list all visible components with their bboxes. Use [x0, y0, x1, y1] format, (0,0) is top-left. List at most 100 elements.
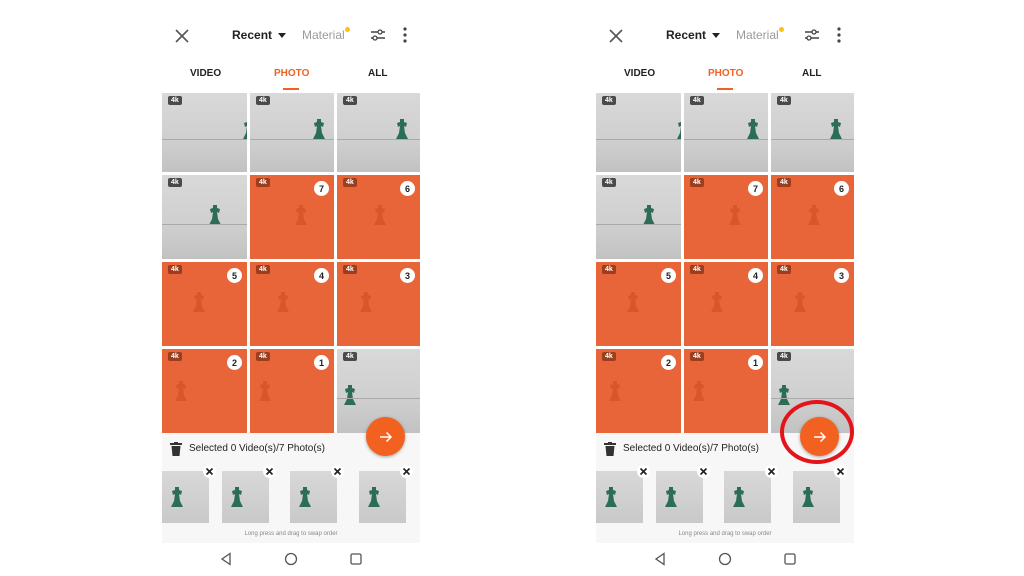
trash-icon[interactable]	[170, 442, 182, 456]
square-recents-icon[interactable]	[783, 552, 797, 566]
remove-thumbnail-button[interactable]	[834, 465, 847, 478]
more-vertical-icon[interactable]	[834, 26, 844, 44]
material-tab[interactable]: Material	[736, 27, 784, 42]
triangle-back-icon[interactable]	[219, 552, 233, 566]
remove-thumbnail-button[interactable]	[203, 465, 216, 478]
selected-thumbnail[interactable]	[290, 471, 337, 523]
figurine-icon	[609, 381, 621, 401]
selected-thumbnail[interactable]	[222, 471, 269, 523]
figurine-icon	[808, 205, 820, 225]
selected-thumbnail[interactable]	[793, 471, 840, 523]
photo-tile[interactable]: 4k	[162, 175, 247, 259]
selected-thumbnail[interactable]	[359, 471, 406, 523]
close-icon	[836, 467, 845, 476]
album-dropdown[interactable]: Recent	[232, 28, 287, 42]
selection-order-badge: 1	[748, 355, 763, 370]
resolution-badge: 4k	[256, 265, 270, 274]
remove-thumbnail-button[interactable]	[331, 465, 344, 478]
resolution-badge: 4k	[777, 96, 791, 105]
resolution-badge: 4k	[168, 178, 182, 187]
figurine-icon	[313, 119, 325, 139]
photo-tile-selected[interactable]: 4k 5	[596, 262, 681, 346]
selection-order-badge: 7	[314, 181, 329, 196]
photo-tile[interactable]: 4k	[596, 93, 681, 172]
remove-thumbnail-button[interactable]	[637, 465, 650, 478]
tab-video[interactable]: VIDEO	[190, 68, 221, 79]
close-icon	[333, 467, 342, 476]
close-icon	[402, 467, 411, 476]
trash-icon[interactable]	[604, 442, 616, 456]
resolution-badge: 4k	[602, 352, 616, 361]
photo-tile-selected[interactable]: 4k 3	[771, 262, 854, 346]
figurine-icon	[277, 292, 289, 312]
photo-tile-selected[interactable]: 4k 5	[162, 262, 247, 346]
album-label: Recent	[232, 28, 273, 42]
photo-tile-selected[interactable]: 4k 6	[337, 175, 420, 259]
selection-summary: Selected 0 Video(s)/7 Photo(s)	[189, 443, 326, 454]
media-tabs: VIDEO PHOTO ALL	[596, 66, 854, 92]
figurine-icon	[830, 119, 842, 139]
figurine-icon	[231, 487, 243, 507]
material-label: Material	[302, 28, 345, 42]
remove-thumbnail-button[interactable]	[765, 465, 778, 478]
album-label: Recent	[666, 28, 707, 42]
photo-tile-selected[interactable]: 4k 4	[250, 262, 334, 346]
remove-thumbnail-button[interactable]	[697, 465, 710, 478]
photo-tile-selected[interactable]: 4k 6	[771, 175, 854, 259]
photo-tile-selected[interactable]: 4k 1	[684, 349, 768, 433]
photo-tile-selected[interactable]: 4k 1	[250, 349, 334, 433]
active-tab-indicator	[717, 88, 733, 90]
triangle-back-icon[interactable]	[653, 552, 667, 566]
remove-thumbnail-button[interactable]	[263, 465, 276, 478]
photo-tile[interactable]: 4k	[596, 175, 681, 259]
material-tab[interactable]: Material	[302, 27, 350, 42]
album-dropdown[interactable]: Recent	[666, 28, 721, 42]
selected-thumbnail[interactable]	[724, 471, 771, 523]
resolution-badge: 4k	[777, 178, 791, 187]
sliders-icon[interactable]	[804, 27, 820, 43]
selected-thumbnail[interactable]	[162, 471, 209, 523]
photo-tile-selected[interactable]: 4k 7	[250, 175, 334, 259]
system-nav-bar	[596, 543, 854, 576]
media-tabs: VIDEO PHOTO ALL	[162, 66, 420, 92]
photo-tile[interactable]: 4k	[250, 93, 334, 172]
close-icon	[767, 467, 776, 476]
selected-thumbnail[interactable]	[656, 471, 703, 523]
resolution-badge: 4k	[343, 352, 357, 361]
figurine-icon	[374, 205, 386, 225]
tab-photo[interactable]: PHOTO	[274, 68, 309, 79]
selection-order-badge: 1	[314, 355, 329, 370]
photo-tile[interactable]: 4k	[337, 93, 420, 172]
tab-all[interactable]: ALL	[368, 68, 387, 79]
resolution-badge: 4k	[690, 265, 704, 274]
more-vertical-icon[interactable]	[400, 26, 410, 44]
sliders-icon[interactable]	[370, 27, 386, 43]
remove-thumbnail-button[interactable]	[400, 465, 413, 478]
photo-tile-selected[interactable]: 4k 7	[684, 175, 768, 259]
tab-photo[interactable]: PHOTO	[708, 68, 743, 79]
resolution-badge: 4k	[690, 352, 704, 361]
circle-home-icon[interactable]	[284, 552, 298, 566]
selected-strip	[596, 465, 854, 527]
selected-thumbnail[interactable]	[596, 471, 643, 523]
photo-tile[interactable]: 4k	[162, 93, 247, 172]
tab-all[interactable]: ALL	[802, 68, 821, 79]
notification-dot	[778, 27, 784, 32]
square-recents-icon[interactable]	[349, 552, 363, 566]
circle-home-icon[interactable]	[718, 552, 732, 566]
photo-tile-selected[interactable]: 4k 4	[684, 262, 768, 346]
close-icon[interactable]	[172, 26, 192, 46]
notification-dot	[344, 27, 350, 32]
photo-tile-selected[interactable]: 4k 3	[337, 262, 420, 346]
close-icon[interactable]	[606, 26, 626, 46]
photo-tile[interactable]: 4k	[771, 93, 854, 172]
selection-order-badge: 5	[661, 268, 676, 283]
photo-tile[interactable]: 4k	[684, 93, 768, 172]
tab-video[interactable]: VIDEO	[624, 68, 655, 79]
resolution-badge: 4k	[343, 96, 357, 105]
figurine-icon	[643, 205, 655, 225]
photo-tile-selected[interactable]: 4k 2	[162, 349, 247, 433]
photo-tile-selected[interactable]: 4k 2	[596, 349, 681, 433]
next-button[interactable]	[366, 417, 405, 456]
selection-order-badge: 7	[748, 181, 763, 196]
